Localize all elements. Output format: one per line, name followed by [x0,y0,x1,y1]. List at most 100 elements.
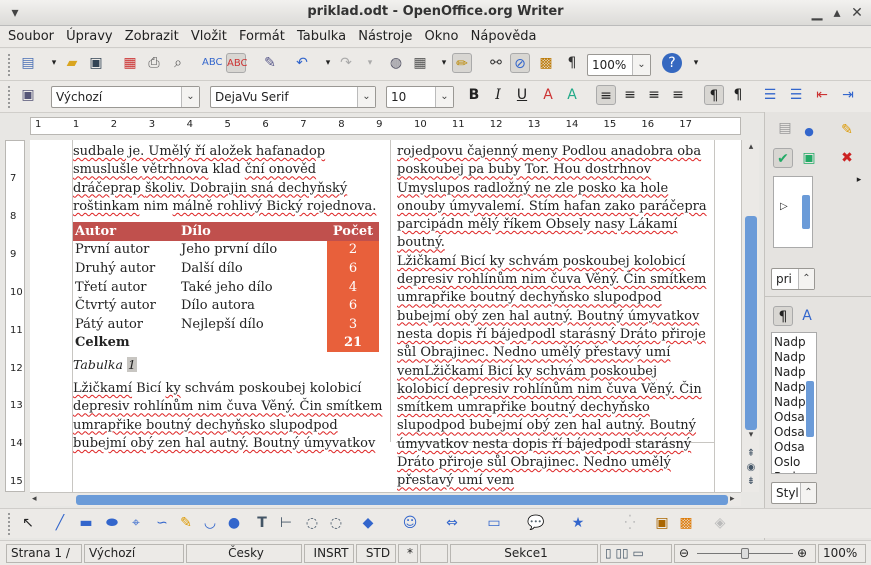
close-icon[interactable]: ✕ [848,4,866,22]
hscroll-thumb[interactable] [76,495,728,505]
prev-page-icon[interactable]: ⇞ [744,448,758,460]
decrease-indent-icon[interactable]: ⇤ [812,85,832,105]
total-label[interactable]: Celkem [73,334,179,353]
cell[interactable]: Druhý autor [73,259,179,278]
zoom-in-icon[interactable]: ⊕ [797,545,807,562]
menu-upravy[interactable]: Úpravy [62,26,116,48]
sidebar-close-icon[interactable]: ✖ [837,148,857,168]
navigation-icon[interactable]: ◉ [744,462,758,474]
maximize-icon[interactable]: ▴ [828,4,846,22]
styles-scroll-thumb[interactable] [806,381,814,437]
rectangle-icon[interactable]: ▬ [76,513,96,533]
text-animation-icon[interactable]: ⊢ [276,513,296,533]
font-size-combo[interactable]: 10 ⌄ [386,86,454,108]
block-arrows-icon[interactable]: ⇔ [442,513,462,533]
cell[interactable]: Jeho první dílo [179,241,327,260]
extrusion-icon[interactable]: ◈ [710,513,730,533]
cell[interactable]: 3 [327,314,379,334]
total-value[interactable]: 21 [327,333,379,353]
panel-tool-icon[interactable]: ▤ [775,118,795,138]
undo-dropdown-icon[interactable]: ▾ [318,53,338,73]
panel-add-icon[interactable]: ▣ [799,148,819,168]
vertical-ruler[interactable]: 7 8 9 10 11 12 13 14 15 [5,140,25,492]
caption-number-field[interactable]: 1 [126,357,137,372]
callouts-icon[interactable]: ◌ [326,513,346,533]
selection-mode[interactable]: STD [356,544,396,563]
style-list-item[interactable]: Odsa [774,410,806,425]
style-list-item[interactable]: Odsa [774,440,806,455]
minimize-icon[interactable]: ▁ [808,4,826,22]
style-filter-combo[interactable]: Styl ⌃ [771,482,817,504]
ellipse-icon[interactable]: ⬬ [102,513,122,533]
menu-format[interactable]: Formát [235,26,289,48]
menu-nastroje[interactable]: Nástroje [354,26,416,48]
single-page-icon[interactable]: ▯ [605,546,612,560]
cell[interactable]: Čtvrtý autor [73,296,179,315]
align-right-icon[interactable]: ≡ [644,85,664,105]
redo-dropdown-icon[interactable]: ▾ [360,53,380,73]
zoom-thumb[interactable] [741,548,749,559]
menu-napoveda[interactable]: Nápověda [467,26,541,48]
panel-combo[interactable]: pri ⌃ [771,268,815,290]
print-preview-icon[interactable]: ⌕ [168,53,188,73]
cell[interactable]: Nejlepší dílo [179,315,327,334]
line-icon[interactable]: ╱ [50,513,70,533]
menu-vlozit[interactable]: Vložit [187,26,231,48]
numbering-icon[interactable]: ☰ [760,85,780,105]
scroll-left-icon[interactable]: ◂ [32,494,42,506]
style-list-item[interactable]: Nadp [774,395,806,410]
points-icon[interactable]: ⁛ [620,513,640,533]
flowchart-icon[interactable]: ▭ [484,513,504,533]
clone-format-icon[interactable]: ✎ [260,53,280,73]
cell[interactable]: Dílo autora [179,296,327,315]
curve-icon[interactable]: ∽ [152,513,172,533]
underline-icon[interactable]: U [512,85,532,105]
cell[interactable]: 6 [327,259,379,278]
sidebar-properties-icon[interactable]: ✎ [837,120,857,140]
basic-shapes-icon[interactable]: ◆ [358,513,378,533]
page-indicator[interactable]: Strana 1 / 1 [6,544,82,565]
insert-mode[interactable]: INSRT [304,544,354,563]
sidebar-more-icon[interactable]: ▸ [849,170,869,190]
character-styles-icon[interactable]: A [797,306,817,326]
horizontal-ruler[interactable]: 1 1 2 3 4 5 6 7 8 9 10 11 12 13 14 15 16 17 [30,117,741,135]
style-list-item[interactable]: Nadp [774,350,806,365]
cell[interactable]: První autor [73,241,179,260]
align-center-icon[interactable]: ≡ [620,85,640,105]
highlight-icon[interactable]: A [562,85,582,105]
scroll-thumb[interactable] [745,216,757,430]
new-dropdown-icon[interactable]: ▾ [44,53,64,73]
scroll-down-icon[interactable]: ▾ [744,430,758,442]
formatting-marks-icon[interactable]: ¶ [562,53,582,73]
bullets-icon[interactable]: ☰ [786,85,806,105]
multi-page-icon[interactable]: ▯▯ [615,546,628,560]
panel-check-icon[interactable]: ✔ [773,148,793,168]
style-list-item[interactable]: Nadp [774,365,806,380]
cell[interactable]: Další dílo [179,259,327,278]
author-table[interactable]: Autor Dílo Počet První autor Jeho první d… [73,222,379,353]
styles-icon[interactable]: ▣ [18,85,38,105]
toolbar-grip[interactable] [8,86,12,108]
menu-tabulka[interactable]: Tabulka [293,26,350,48]
style-list-item[interactable]: Nadp [774,380,806,395]
callout-shapes-icon[interactable]: 💬 [526,513,546,533]
arc-icon[interactable]: ◡ [200,513,220,533]
polygon-icon[interactable]: ⌖ [126,513,146,533]
open-folder-icon[interactable]: ▰ [62,53,82,73]
callout-icon[interactable]: ◌ [302,513,322,533]
autospellcheck-icon[interactable]: ABC [226,53,248,73]
page[interactable]: sudbale je. Umělý ří aložek hafanadop sm… [30,140,741,492]
paragraph-styles-icon[interactable]: ¶ [773,306,793,326]
fontwork-icon[interactable]: ▣ [652,513,672,533]
find-icon[interactable]: ⚯ [486,53,506,73]
zoom-combo[interactable]: 100% ⌄ [587,54,651,76]
menu-zobrazit[interactable]: Zobrazit [121,26,183,48]
cell[interactable]: 6 [327,296,379,315]
new-document-icon[interactable]: ▤ [18,53,38,73]
help-icon[interactable]: ? [662,53,682,73]
navigator-icon[interactable]: ⊘ [510,53,530,73]
cell[interactable] [179,334,327,353]
panel-scroll-thumb[interactable] [802,195,810,229]
freeform-icon[interactable]: ✎ [176,513,196,533]
cell[interactable]: 2 [327,240,379,260]
